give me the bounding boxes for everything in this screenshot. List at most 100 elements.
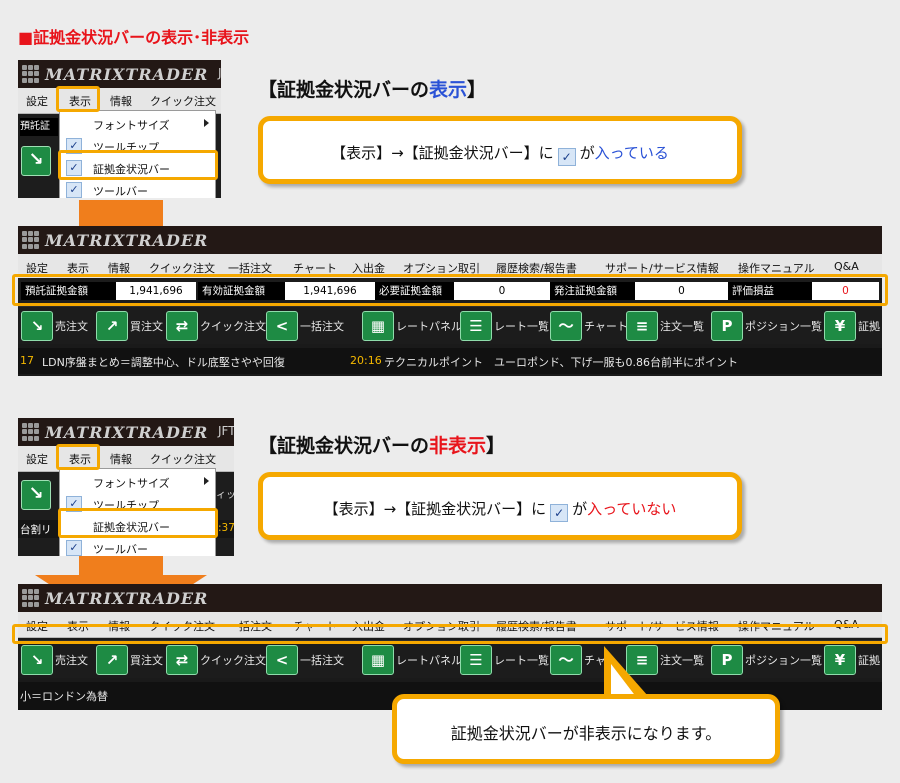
button-label: 買注文	[130, 320, 163, 333]
section-heading-show: 【証拠金状況バーの表示】	[258, 79, 487, 101]
bulk-order-button[interactable]: < 一括注文	[266, 645, 344, 675]
dropdown-item-toolbar[interactable]: ✓ ツールバー	[60, 179, 215, 198]
margin-button[interactable]: ¥ 証拠	[824, 645, 880, 675]
logo-text: MATRIXTRADER	[45, 64, 209, 84]
sell-order-button[interactable]: ↘ 売注文	[21, 311, 88, 341]
app-logo: MATRIXTRADER	[22, 422, 208, 442]
bulk-order-button[interactable]: < 一括注文	[266, 311, 344, 341]
button-label: チャ	[584, 654, 606, 667]
dropdown-item-label: フォントサイズ	[93, 119, 170, 132]
callout-text: 【表示】→【証拠金状況バー】に ✓ が入っている	[331, 144, 669, 166]
rate-panel-button[interactable]: ▦ レートパネル	[362, 311, 462, 341]
button-label: レートパネル	[396, 654, 462, 667]
news-headline[interactable]: LDN序盤まとめ＝調整中心、ドル底堅さやや回復	[42, 354, 285, 370]
button-label: 注文一覧	[660, 654, 704, 667]
sell-icon: ↘	[21, 645, 53, 675]
section-heading-hide: 【証拠金状況バーの非表示】	[258, 435, 506, 457]
page-title: ■証拠金状況バーの表示･非表示	[18, 28, 250, 47]
menu-info[interactable]: 情報	[110, 451, 132, 467]
button-label: クイック注文	[200, 654, 266, 667]
menu-qa[interactable]: Q&A	[834, 260, 859, 273]
dropdown-item-toolbar[interactable]: ✓ ツールバー	[60, 537, 215, 556]
dropdown-item-font-size[interactable]: フォントサイズ	[60, 471, 215, 493]
button-label: 証拠	[858, 654, 880, 667]
menu-quick-order[interactable]: クイック注文	[150, 93, 216, 109]
quick-order-icon: ⇄	[166, 311, 198, 341]
account-fragment: JFT	[218, 424, 234, 438]
buy-order-button[interactable]: ↗ 買注文	[96, 645, 163, 675]
button-label: ポジション一覧	[745, 320, 822, 333]
highlight-margin-status-bar	[12, 274, 888, 306]
button-label: ポジション一覧	[745, 654, 822, 667]
dropdown-item-font-size[interactable]: フォントサイズ	[60, 113, 215, 135]
logo-mark-icon	[22, 589, 40, 607]
instruction-callout-hide: 【表示】→【証拠金状況バー】に ✓ が入っていない	[258, 472, 742, 540]
ticker-fragment: 台割リ	[20, 524, 52, 536]
rate-panel-icon: ▦	[362, 645, 394, 675]
highlight-hidden-bar-position	[12, 624, 888, 644]
result-callout: 証拠金状況バーが非表示になります。	[392, 694, 780, 764]
menu-settings[interactable]: 設定	[26, 93, 48, 109]
button-label: レート一覧	[494, 320, 549, 333]
rate-list-button[interactable]: ☰ レート一覧	[460, 311, 549, 341]
rate-list-button[interactable]: ☰ レート一覧	[460, 645, 549, 675]
news-time: 17	[20, 354, 34, 367]
buy-order-button[interactable]: ↗ 買注文	[96, 311, 163, 341]
toolbar: ↘ 売注文 ↗ 買注文 ⇄ クイック注文 < 一括注文 ▦ レートパネル ☰ レート一覧 〜…	[18, 306, 882, 344]
app-logo: MATRIXTRADER	[22, 588, 208, 608]
order-list-button[interactable]: ≡ 注文一覧	[626, 311, 704, 341]
margin-icon: ¥	[824, 311, 856, 341]
callout-pointer-inner	[611, 664, 637, 698]
highlight-view-menu	[56, 86, 100, 112]
checkbox-checked-icon: ✓	[557, 148, 576, 166]
instruction-callout-show: 【表示】→【証拠金状況バー】に ✓ が入っている	[258, 116, 742, 184]
order-list-icon: ≡	[626, 311, 658, 341]
position-list-icon: P	[711, 311, 743, 341]
checkbox-checked-icon: ✓	[550, 504, 569, 522]
logo-text: MATRIXTRADER	[45, 422, 209, 442]
submenu-arrow-icon	[204, 477, 209, 485]
button-label: レート一覧	[494, 654, 549, 667]
status-fragment: 預託証	[20, 118, 58, 136]
button-label: 証拠	[858, 320, 880, 333]
margin-button[interactable]: ¥ 証拠	[824, 311, 880, 341]
button-label: 売注文	[55, 654, 88, 667]
dropdown-item-label: ツールバー	[93, 543, 148, 556]
menu-quick-order[interactable]: クイック注文	[150, 451, 216, 467]
logo-text: MATRIXTRADER	[45, 588, 209, 608]
buy-icon: ↗	[96, 311, 128, 341]
logo-text: MATRIXTRADER	[45, 230, 209, 250]
position-list-button[interactable]: P ポジション一覧	[711, 311, 822, 341]
position-list-icon: P	[711, 645, 743, 675]
sell-icon: ↘	[21, 146, 51, 176]
sell-icon: ↘	[21, 480, 51, 510]
app-window-bar-hidden: MATRIXTRADER 設定 表示 情報 クイック注文 一括注文 チャート 入…	[18, 584, 882, 710]
quick-order-button[interactable]: ⇄ クイック注文	[166, 645, 266, 675]
menu-info[interactable]: 情報	[110, 93, 132, 109]
position-list-button[interactable]: P ポジション一覧	[711, 645, 822, 675]
quick-order-button[interactable]: ⇄ クイック注文	[166, 311, 266, 341]
check-icon: ✓	[66, 182, 82, 198]
title-bar: MATRIXTRADER	[18, 226, 882, 254]
title-bar: MATRIXTRADER J	[18, 60, 221, 88]
chart-button[interactable]: 〜チャート	[550, 311, 628, 341]
logo-mark-icon	[22, 65, 40, 83]
chart-button[interactable]: 〜チャ	[550, 645, 606, 675]
sell-order-button[interactable]: ↘ 売注文	[21, 645, 88, 675]
toolbar: ↘ 売注文 ↗ 買注文 ⇄ クイック注文 < 一括注文 ▦ レートパネル ☰ レート一覧 〜…	[18, 640, 882, 678]
button-label: クイック注文	[200, 320, 266, 333]
rate-panel-button[interactable]: ▦ レートパネル	[362, 645, 462, 675]
highlight-margin-bar-item	[58, 150, 218, 180]
rate-list-icon: ☰	[460, 311, 492, 341]
buy-icon: ↗	[96, 645, 128, 675]
app-logo: MATRIXTRADER	[22, 230, 208, 250]
news-headline[interactable]: テクニカルポイント ユーロポンド、下げ一服も0.86台前半にポイント	[384, 354, 738, 370]
menu-settings[interactable]: 設定	[26, 451, 48, 467]
chart-icon: 〜	[550, 645, 582, 675]
quick-order-icon: ⇄	[166, 645, 198, 675]
news-headline[interactable]: 小＝ロンドン為替	[20, 688, 108, 704]
button-label: 売注文	[55, 320, 88, 333]
dropdown-item-label: ツールバー	[93, 185, 148, 198]
button-label: 一括注文	[300, 320, 344, 333]
margin-icon: ¥	[824, 645, 856, 675]
